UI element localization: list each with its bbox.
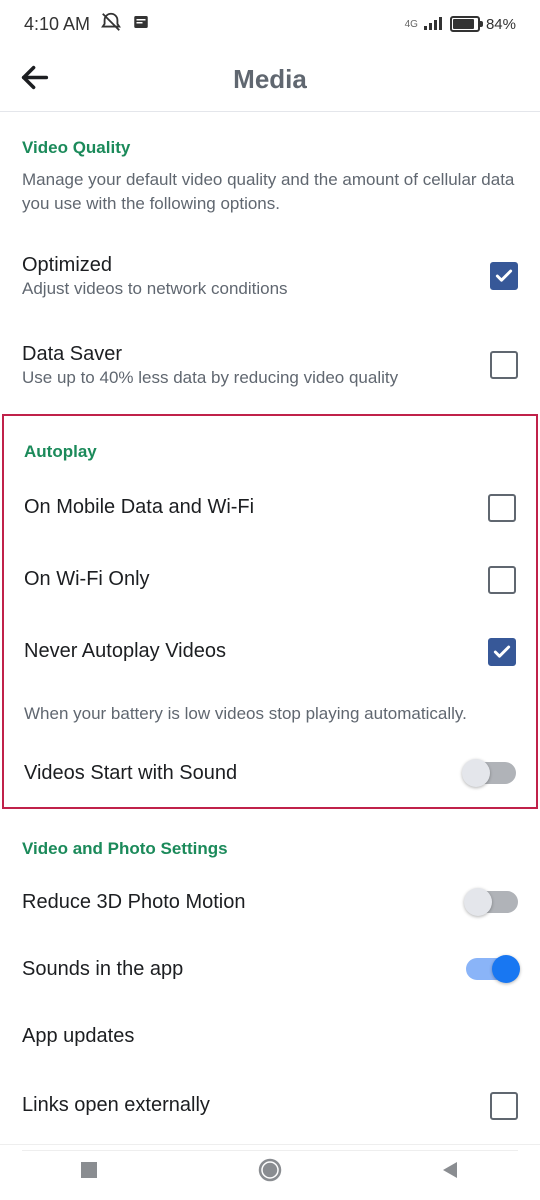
checkbox-mobile-wifi[interactable] [488, 494, 516, 522]
row-app-updates[interactable]: App updates [22, 1003, 518, 1070]
row-title: Reduce 3D Photo Motion [22, 891, 245, 914]
status-bar: 4:10 AM 4G 84% [0, 0, 540, 48]
row-videos-sound[interactable]: Videos Start with Sound [24, 740, 516, 807]
section-desc-video-quality: Manage your default video quality and th… [22, 168, 518, 232]
row-sounds-app[interactable]: Sounds in the app [22, 936, 518, 1003]
notification-icon [132, 13, 150, 36]
row-title: Sounds in the app [22, 958, 183, 981]
row-optimized[interactable]: Optimized Adjust videos to network condi… [22, 232, 518, 321]
row-autoplay-never[interactable]: Never Autoplay Videos [24, 616, 516, 688]
row-sub: Use up to 40% less data by reducing vide… [22, 368, 470, 388]
row-autoplay-wifi-only[interactable]: On Wi-Fi Only [24, 544, 516, 616]
app-header: Media [0, 48, 540, 112]
row-title: Videos Start with Sound [24, 762, 237, 785]
network-label: 4G [405, 19, 418, 30]
system-nav-bar [0, 1144, 540, 1200]
row-sub: Adjust videos to network conditions [22, 279, 470, 299]
checkbox-data-saver[interactable] [490, 351, 518, 379]
checkbox-wifi-only[interactable] [488, 566, 516, 594]
row-title: App updates [22, 1025, 134, 1048]
section-header-autoplay: Autoplay [24, 416, 516, 472]
toggle-videos-sound[interactable] [464, 762, 516, 784]
status-time: 4:10 AM [24, 14, 90, 35]
recent-apps-icon[interactable] [79, 1160, 99, 1185]
row-title: Never Autoplay Videos [24, 640, 226, 663]
alarm-off-icon [100, 11, 122, 38]
row-autoplay-mobile-wifi[interactable]: On Mobile Data and Wi-Fi [24, 472, 516, 544]
home-icon[interactable] [257, 1157, 283, 1188]
row-title: Optimized [22, 254, 470, 277]
page-title: Media [18, 64, 522, 95]
autoplay-note: When your battery is low videos stop pla… [24, 688, 516, 740]
checkbox-links-external[interactable] [490, 1092, 518, 1120]
back-arrow-icon[interactable] [18, 60, 52, 99]
battery-icon [450, 16, 480, 32]
battery-percent: 84% [486, 16, 516, 33]
row-reduce-3d[interactable]: Reduce 3D Photo Motion [22, 869, 518, 936]
row-title: On Mobile Data and Wi-Fi [24, 496, 254, 519]
signal-icon [424, 14, 444, 35]
checkbox-never[interactable] [488, 638, 516, 666]
row-title: Data Saver [22, 343, 470, 366]
row-links-external[interactable]: Links open externally [22, 1070, 518, 1142]
highlight-autoplay: Autoplay On Mobile Data and Wi-Fi On Wi-… [2, 414, 538, 809]
toggle-reduce-3d[interactable] [466, 891, 518, 913]
back-nav-icon[interactable] [441, 1160, 461, 1185]
toggle-sounds-app[interactable] [466, 958, 518, 980]
row-data-saver[interactable]: Data Saver Use up to 40% less data by re… [22, 321, 518, 410]
section-header-video-photo: Video and Photo Settings [22, 813, 518, 869]
checkbox-optimized[interactable] [490, 262, 518, 290]
section-header-video-quality: Video Quality [22, 112, 518, 168]
row-title: Links open externally [22, 1094, 210, 1117]
row-title: On Wi-Fi Only [24, 568, 150, 591]
